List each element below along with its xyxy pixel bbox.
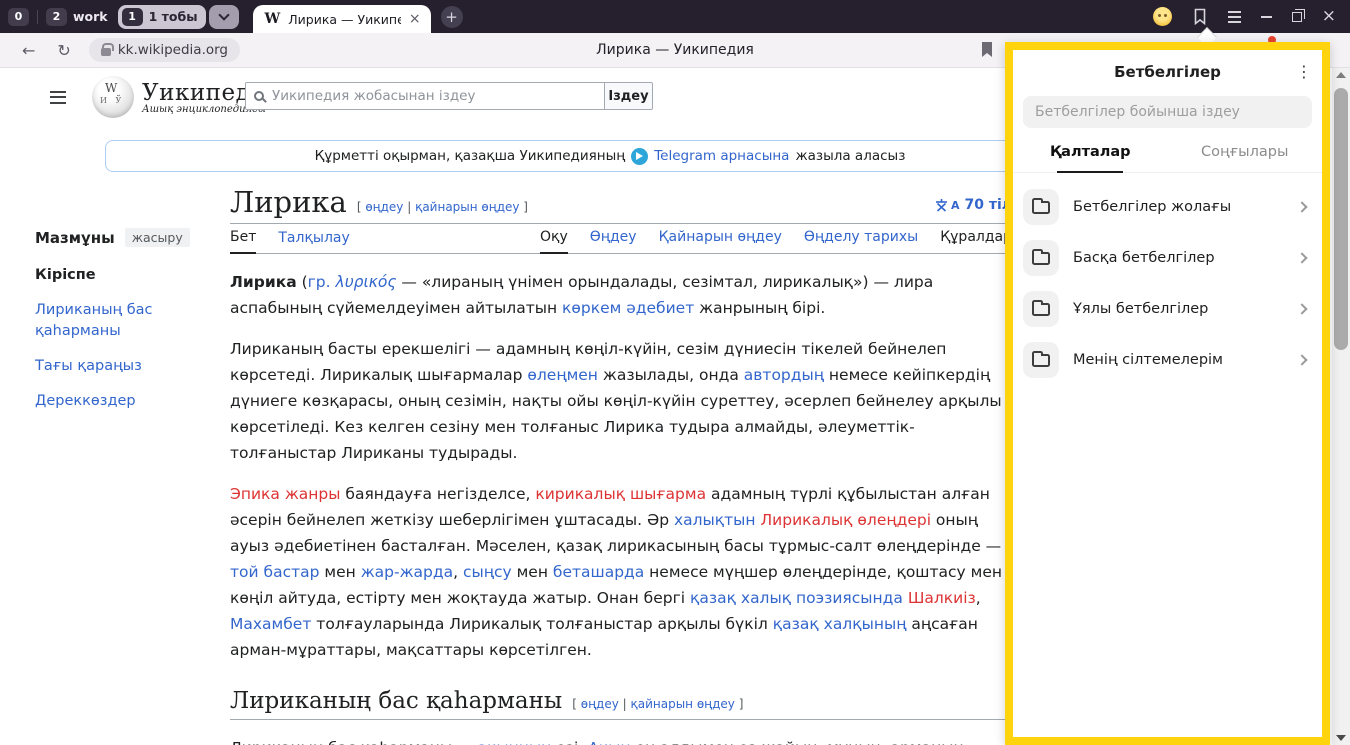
folder-row-bookmarks-bar[interactable]: Бетбелгілер жолағы [1023, 187, 1312, 227]
tab-history[interactable]: Өңделу тарихы [804, 229, 918, 253]
banner-text-before: Құрметті оқырман, қазақша Уикипедияның [315, 148, 626, 164]
wiki-search-button[interactable]: Іздеу [605, 82, 653, 110]
tab-group-dropdown-button[interactable] [209, 5, 239, 29]
tab-edit-source[interactable]: Қайнарын өңдеу [659, 229, 782, 253]
panel-search-input[interactable] [1035, 104, 1300, 120]
banner-text-after: жазыла аласыз [795, 148, 905, 164]
tab-close-icon[interactable]: × [409, 12, 421, 26]
toc-item-sources[interactable]: Дереккөздер [35, 391, 213, 412]
folder-row-other-bookmarks[interactable]: Басқа бетбелгілер [1023, 238, 1312, 278]
search-icon [254, 91, 264, 101]
chevron-right-icon [1296, 303, 1307, 314]
folder-icon [1023, 240, 1059, 276]
toc-item-intro[interactable]: Кіріспе [35, 265, 213, 286]
page-tabs: Бет Талқылау Оқу Өңдеу Қайнарын өңдеу Өң… [230, 224, 1012, 254]
language-icon [934, 198, 949, 213]
browser-tab-bar: 0 2 work 1 1 тобы W Лирика — Уикипедия ×… [0, 0, 1350, 33]
toc-item-see-also[interactable]: Тағы қараңыз [35, 356, 213, 377]
tab-read[interactable]: Оқу [540, 229, 568, 254]
section-heading: Лириканың бас қаһарманы [230, 689, 562, 714]
wikipedia-favicon: W [265, 11, 281, 27]
panel-title: Бетбелгілер [1114, 63, 1221, 81]
folder-icon [1023, 291, 1059, 327]
lock-icon [101, 48, 111, 56]
telegram-link[interactable]: Telegram арнасына [654, 148, 789, 164]
paragraph-4: Лириканың бас қаһарманы — ақынның өзі. А… [230, 735, 1012, 745]
tab-page[interactable]: Бет [230, 229, 256, 254]
folder-label: Басқа бетбелгілер [1073, 250, 1215, 266]
url-field[interactable]: kk.wikipedia.org [89, 38, 240, 62]
new-tab-button[interactable]: + [441, 6, 463, 28]
folder-label: Ұялы бетбелгілер [1073, 301, 1208, 317]
tab-title: Лирика — Уикипедия [288, 12, 401, 27]
toc-hide-button[interactable]: жасыру [125, 228, 190, 247]
panel-menu-icon[interactable]: ⋮ [1296, 62, 1312, 81]
toc-header: Мазмұны [35, 229, 115, 247]
tab-group-1-badge: 1 [122, 8, 143, 26]
tab-group-0-badge[interactable]: 0 [8, 8, 29, 26]
browser-menu-icon[interactable] [1228, 11, 1241, 23]
bookmarks-panel: Бетбелгілер ⋮ Қалталар Соңғылары Бетбелг… [1005, 42, 1330, 745]
back-button[interactable]: ← [22, 41, 35, 60]
bookmark-page-icon[interactable] [980, 41, 994, 58]
article-title: Лирика [230, 188, 347, 217]
tab-group-work-label[interactable]: work [73, 9, 108, 24]
paragraph-2: Лириканың басты ерекшелігі — адамның көң… [230, 336, 1012, 466]
folder-row-my-links[interactable]: Менің сілтемелерім [1023, 340, 1312, 380]
table-of-contents: Мазмұны жасыру Кіріспе Лириканың бас қаһ… [35, 228, 213, 426]
chevron-down-icon [218, 9, 229, 20]
tab-talk[interactable]: Талқылау [278, 230, 349, 253]
chevron-right-icon [1296, 354, 1307, 365]
chevron-right-icon [1296, 201, 1307, 212]
reload-button[interactable]: ↻ [57, 41, 70, 60]
url-text: kk.wikipedia.org [118, 42, 228, 58]
folder-row-mobile-bookmarks[interactable]: Ұялы бетбелгілер [1023, 289, 1312, 329]
page-scrollbar[interactable] [1332, 68, 1350, 745]
profile-avatar[interactable] [1153, 7, 1172, 26]
panel-tab-folders[interactable]: Қалталар [1013, 144, 1168, 172]
wikipedia-globe-logo[interactable] [92, 76, 134, 118]
folder-label: Менің сілтемелерім [1073, 352, 1223, 368]
title-edit-links[interactable]: [ өңдеу | қайнарын өңдеу ] [357, 200, 528, 214]
tab-group-active-pill[interactable]: 1 1 тобы [118, 5, 206, 29]
telegram-icon [631, 148, 648, 165]
folder-label: Бетбелгілер жолағы [1073, 199, 1231, 215]
scroll-up-arrow[interactable] [1336, 72, 1346, 78]
folder-icon [1023, 342, 1059, 378]
tab-group-separator [37, 10, 38, 24]
section-edit-links[interactable]: [ өңдеу | қайнарын өңдеу ] [572, 697, 743, 711]
paragraph-1: Лирика (гр. λυρικός — «лираның үнімен ор… [230, 269, 1012, 321]
scroll-down-arrow[interactable] [1336, 735, 1346, 741]
paragraph-3: Эпика жанры баяндауға негізделсе, кирика… [230, 481, 1012, 663]
scrollbar-thumb[interactable] [1334, 88, 1348, 350]
bookmarks-toolbar-icon[interactable] [1192, 8, 1208, 25]
wiki-search: Іздеу [245, 82, 653, 110]
panel-search-box[interactable] [1023, 96, 1312, 128]
restore-window-button[interactable] [1292, 12, 1302, 22]
tab-group-work-badge[interactable]: 2 [46, 8, 67, 26]
folder-icon [1023, 189, 1059, 225]
article: Лирика [ өңдеу | қайнарын өңдеу ] A 70 т… [230, 188, 1012, 745]
tab-edit[interactable]: Өңдеу [590, 229, 637, 253]
minimize-button[interactable] [1261, 16, 1272, 18]
wiki-search-box[interactable] [245, 82, 605, 110]
language-icon-letter: A [951, 199, 960, 212]
panel-tabs: Қалталар Соңғылары [1013, 144, 1322, 173]
wiki-search-input[interactable] [272, 88, 596, 104]
chevron-right-icon [1296, 252, 1307, 263]
toc-item-main-hero[interactable]: Лириканың бас қаһарманы [35, 300, 213, 342]
close-window-button[interactable]: × [1322, 8, 1336, 25]
telegram-banner: Құрметті оқырман, қазақша Уикипедияның T… [105, 140, 1115, 172]
tab-tools[interactable]: Құралдар [940, 229, 1012, 253]
panel-tab-recent[interactable]: Соңғылары [1168, 144, 1323, 172]
tab-group-1-label: 1 тобы [149, 9, 198, 24]
wiki-menu-icon[interactable] [50, 91, 66, 104]
active-browser-tab[interactable]: W Лирика — Уикипедия × [253, 5, 431, 33]
language-button[interactable]: A 70 тіл [934, 197, 1012, 213]
